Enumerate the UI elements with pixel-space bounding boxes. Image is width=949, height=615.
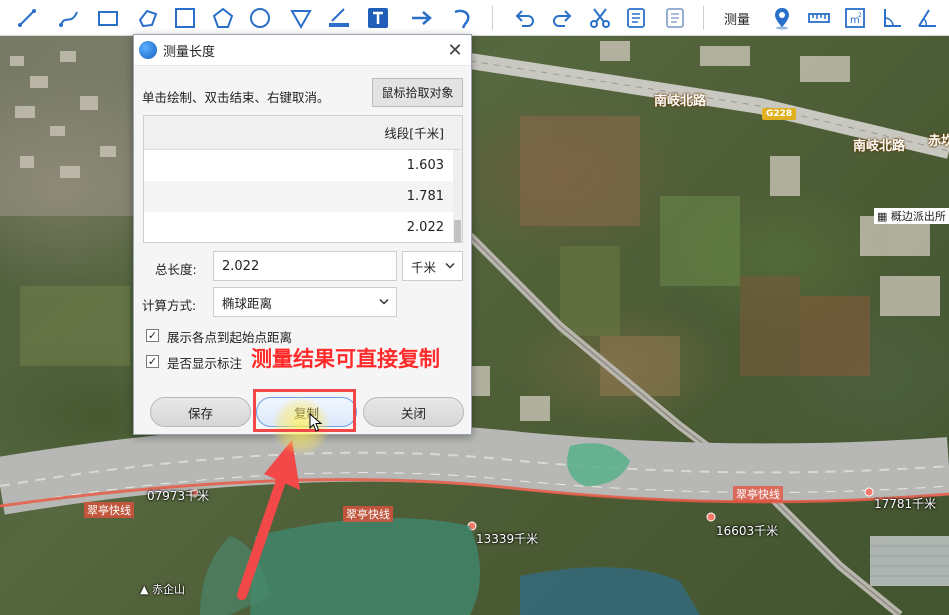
polygon-outline-icon[interactable] (133, 3, 163, 33)
segment-table[interactable]: 线段[千米] 1.603 1.781 2.022 (143, 115, 463, 243)
show-annotation-label: 是否显示标注 (167, 356, 243, 371)
show-distance-checkbox[interactable]: ✓ (146, 329, 159, 342)
ruler-icon[interactable] (804, 3, 834, 33)
distance-label-1: 07973千米 (147, 489, 210, 503)
table-row[interactable]: 1.603 (144, 150, 462, 181)
calc-method-selected-value: 椭球距离 (222, 295, 273, 311)
curved-arrow-icon[interactable] (448, 3, 478, 33)
annotation-highlight-box (253, 389, 356, 432)
highway-badge: G228 (762, 108, 797, 120)
distance-label-3: 16603千米 (716, 524, 779, 538)
distance-label-2: 13339千米 (476, 532, 539, 546)
chevron-down-icon (379, 298, 389, 305)
expressway-label: 翠亭快线 (84, 502, 134, 518)
scrollbar-thumb[interactable] (454, 220, 461, 242)
document-copy-icon[interactable] (660, 3, 690, 33)
total-length-label: 总长度: (155, 262, 197, 277)
road-label-partial: 赤坎 (928, 134, 949, 149)
table-row[interactable]: 2.022 (144, 212, 462, 242)
app-logo-icon (139, 41, 157, 59)
inverted-triangle-icon[interactable] (286, 3, 316, 33)
undo-icon[interactable] (510, 3, 540, 33)
pick-object-button[interactable]: 鼠标拾取对象 (372, 78, 463, 107)
annotation-text: 测量结果可直接复制 (251, 347, 440, 371)
poi-mountain[interactable]: ▲ 赤企山 (140, 581, 185, 597)
rectangle-icon[interactable] (93, 3, 123, 33)
document-icon[interactable] (621, 3, 651, 33)
poi-police-station[interactable]: ▦ 概边派出所 (874, 208, 949, 224)
square-icon[interactable] (170, 3, 200, 33)
dialog-title: 测量长度 (163, 44, 216, 60)
poi-police-label: 概边派出所 (890, 210, 946, 223)
save-button[interactable]: 保存 (150, 397, 251, 427)
show-annotation-checkbox[interactable]: ✓ (146, 355, 159, 368)
pentagon-icon[interactable] (208, 3, 238, 33)
total-length-field[interactable]: 2.022 (213, 251, 397, 281)
dialog-titlebar[interactable]: 测量长度 ✕ (134, 35, 471, 66)
angle-measure-icon[interactable] (877, 3, 907, 33)
area-measure-icon[interactable]: m2 (840, 3, 870, 33)
measure-label: 测量 (724, 13, 751, 28)
mouse-cursor-icon (309, 413, 323, 432)
toolbar-separator (492, 6, 493, 30)
redo-icon[interactable] (547, 3, 577, 33)
road-label-north-2: 南岐北路 (853, 139, 906, 154)
usage-hint: 单击绘制、双击结束、右键取消。 (142, 90, 330, 105)
measure-length-dialog: 测量长度 ✕ 单击绘制、双击结束、右键取消。 鼠标拾取对象 线段[千米] 1.6… (133, 34, 472, 435)
text-icon[interactable] (363, 3, 393, 33)
cut-icon[interactable] (585, 3, 615, 33)
close-button[interactable]: 关闭 (363, 397, 464, 427)
angle-shape-icon[interactable] (912, 3, 942, 33)
expressway-label-2: 翠亭快线 (343, 506, 393, 522)
road-label-north: 南岐北路 (654, 94, 707, 109)
arrow-right-icon[interactable] (406, 3, 436, 33)
expressway-label-3: 翠亭快线 (733, 486, 783, 502)
distance-label-4: 17781千米 (874, 497, 937, 511)
circle-icon[interactable] (245, 3, 275, 33)
drawing-toolbar: 测量 m2 (0, 0, 949, 36)
close-icon[interactable]: ✕ (445, 40, 465, 61)
calc-method-select[interactable]: 椭球距离 (213, 287, 397, 317)
curve-draw-icon[interactable] (54, 3, 84, 33)
ruler-pencil-icon[interactable] (324, 3, 354, 33)
svg-text:2: 2 (858, 12, 862, 19)
line-draw-icon[interactable] (12, 3, 42, 33)
location-pin-icon[interactable] (767, 3, 797, 33)
segment-table-header: 线段[千米] (144, 116, 462, 150)
unit-select[interactable]: 千米 (402, 251, 463, 281)
calc-method-label: 计算方式: (142, 298, 197, 313)
unit-selected-value: 千米 (411, 259, 437, 275)
toolbar-separator (703, 6, 704, 30)
poi-mountain-label: 赤企山 (151, 583, 185, 596)
table-scrollbar[interactable] (453, 150, 462, 242)
table-row[interactable]: 1.781 (144, 181, 462, 212)
chevron-down-icon (445, 262, 455, 269)
